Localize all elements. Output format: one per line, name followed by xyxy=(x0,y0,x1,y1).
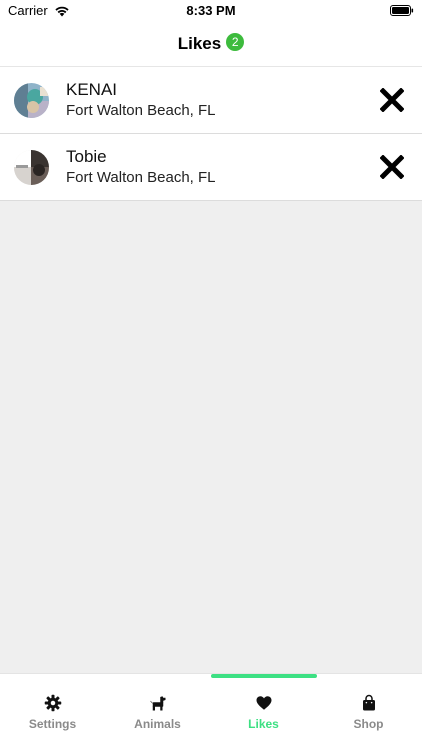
pet-name: Tobie xyxy=(66,146,107,166)
tab-animals[interactable]: Animals xyxy=(105,694,210,731)
list-item[interactable]: KENAI Fort Walton Beach, FL xyxy=(0,67,422,134)
page-title: Likes xyxy=(177,34,222,53)
item-text: Tobie Fort Walton Beach, FL xyxy=(66,147,216,188)
shopping-bag-icon xyxy=(362,694,375,711)
active-tab-indicator xyxy=(211,674,317,678)
battery-icon xyxy=(390,5,414,16)
avatar[interactable] xyxy=(14,149,49,185)
dog-icon xyxy=(150,696,165,711)
tab-likes[interactable]: Likes xyxy=(211,694,316,731)
pet-name: KENAI xyxy=(66,79,118,99)
tab-label: Settings xyxy=(28,717,77,731)
likes-count-badge: 2 xyxy=(226,33,245,51)
close-icon[interactable] xyxy=(380,155,404,179)
pet-location: Fort Walton Beach, FL xyxy=(66,168,216,186)
tab-label: Shop xyxy=(353,717,384,731)
gear-icon xyxy=(44,694,61,712)
tab-label: Likes xyxy=(248,717,279,731)
close-icon[interactable] xyxy=(380,88,404,112)
pet-photo xyxy=(14,82,49,118)
item-text: KENAI Fort Walton Beach, FL xyxy=(66,80,216,121)
tab-settings[interactable]: Settings xyxy=(0,694,105,731)
tab-label: Animals xyxy=(134,717,181,731)
pet-photo xyxy=(14,149,49,185)
list-item[interactable]: Tobie Fort Walton Beach, FL xyxy=(0,134,422,201)
heart-icon xyxy=(256,696,271,710)
likes-list: KENAI Fort Walton Beach, FL Tobie Fort W… xyxy=(0,67,422,201)
title-wrap: Likes 2 xyxy=(177,33,245,54)
avatar[interactable] xyxy=(14,82,49,118)
status-time: 8:33 PM xyxy=(186,3,236,18)
tab-bar: Settings Animals Likes Shop xyxy=(0,673,422,751)
nav-header: Likes 2 xyxy=(0,22,422,67)
tab-shop[interactable]: Shop xyxy=(316,694,421,731)
status-bar: Carrier 8:33 PM xyxy=(0,0,422,22)
pet-location: Fort Walton Beach, FL xyxy=(66,101,216,119)
